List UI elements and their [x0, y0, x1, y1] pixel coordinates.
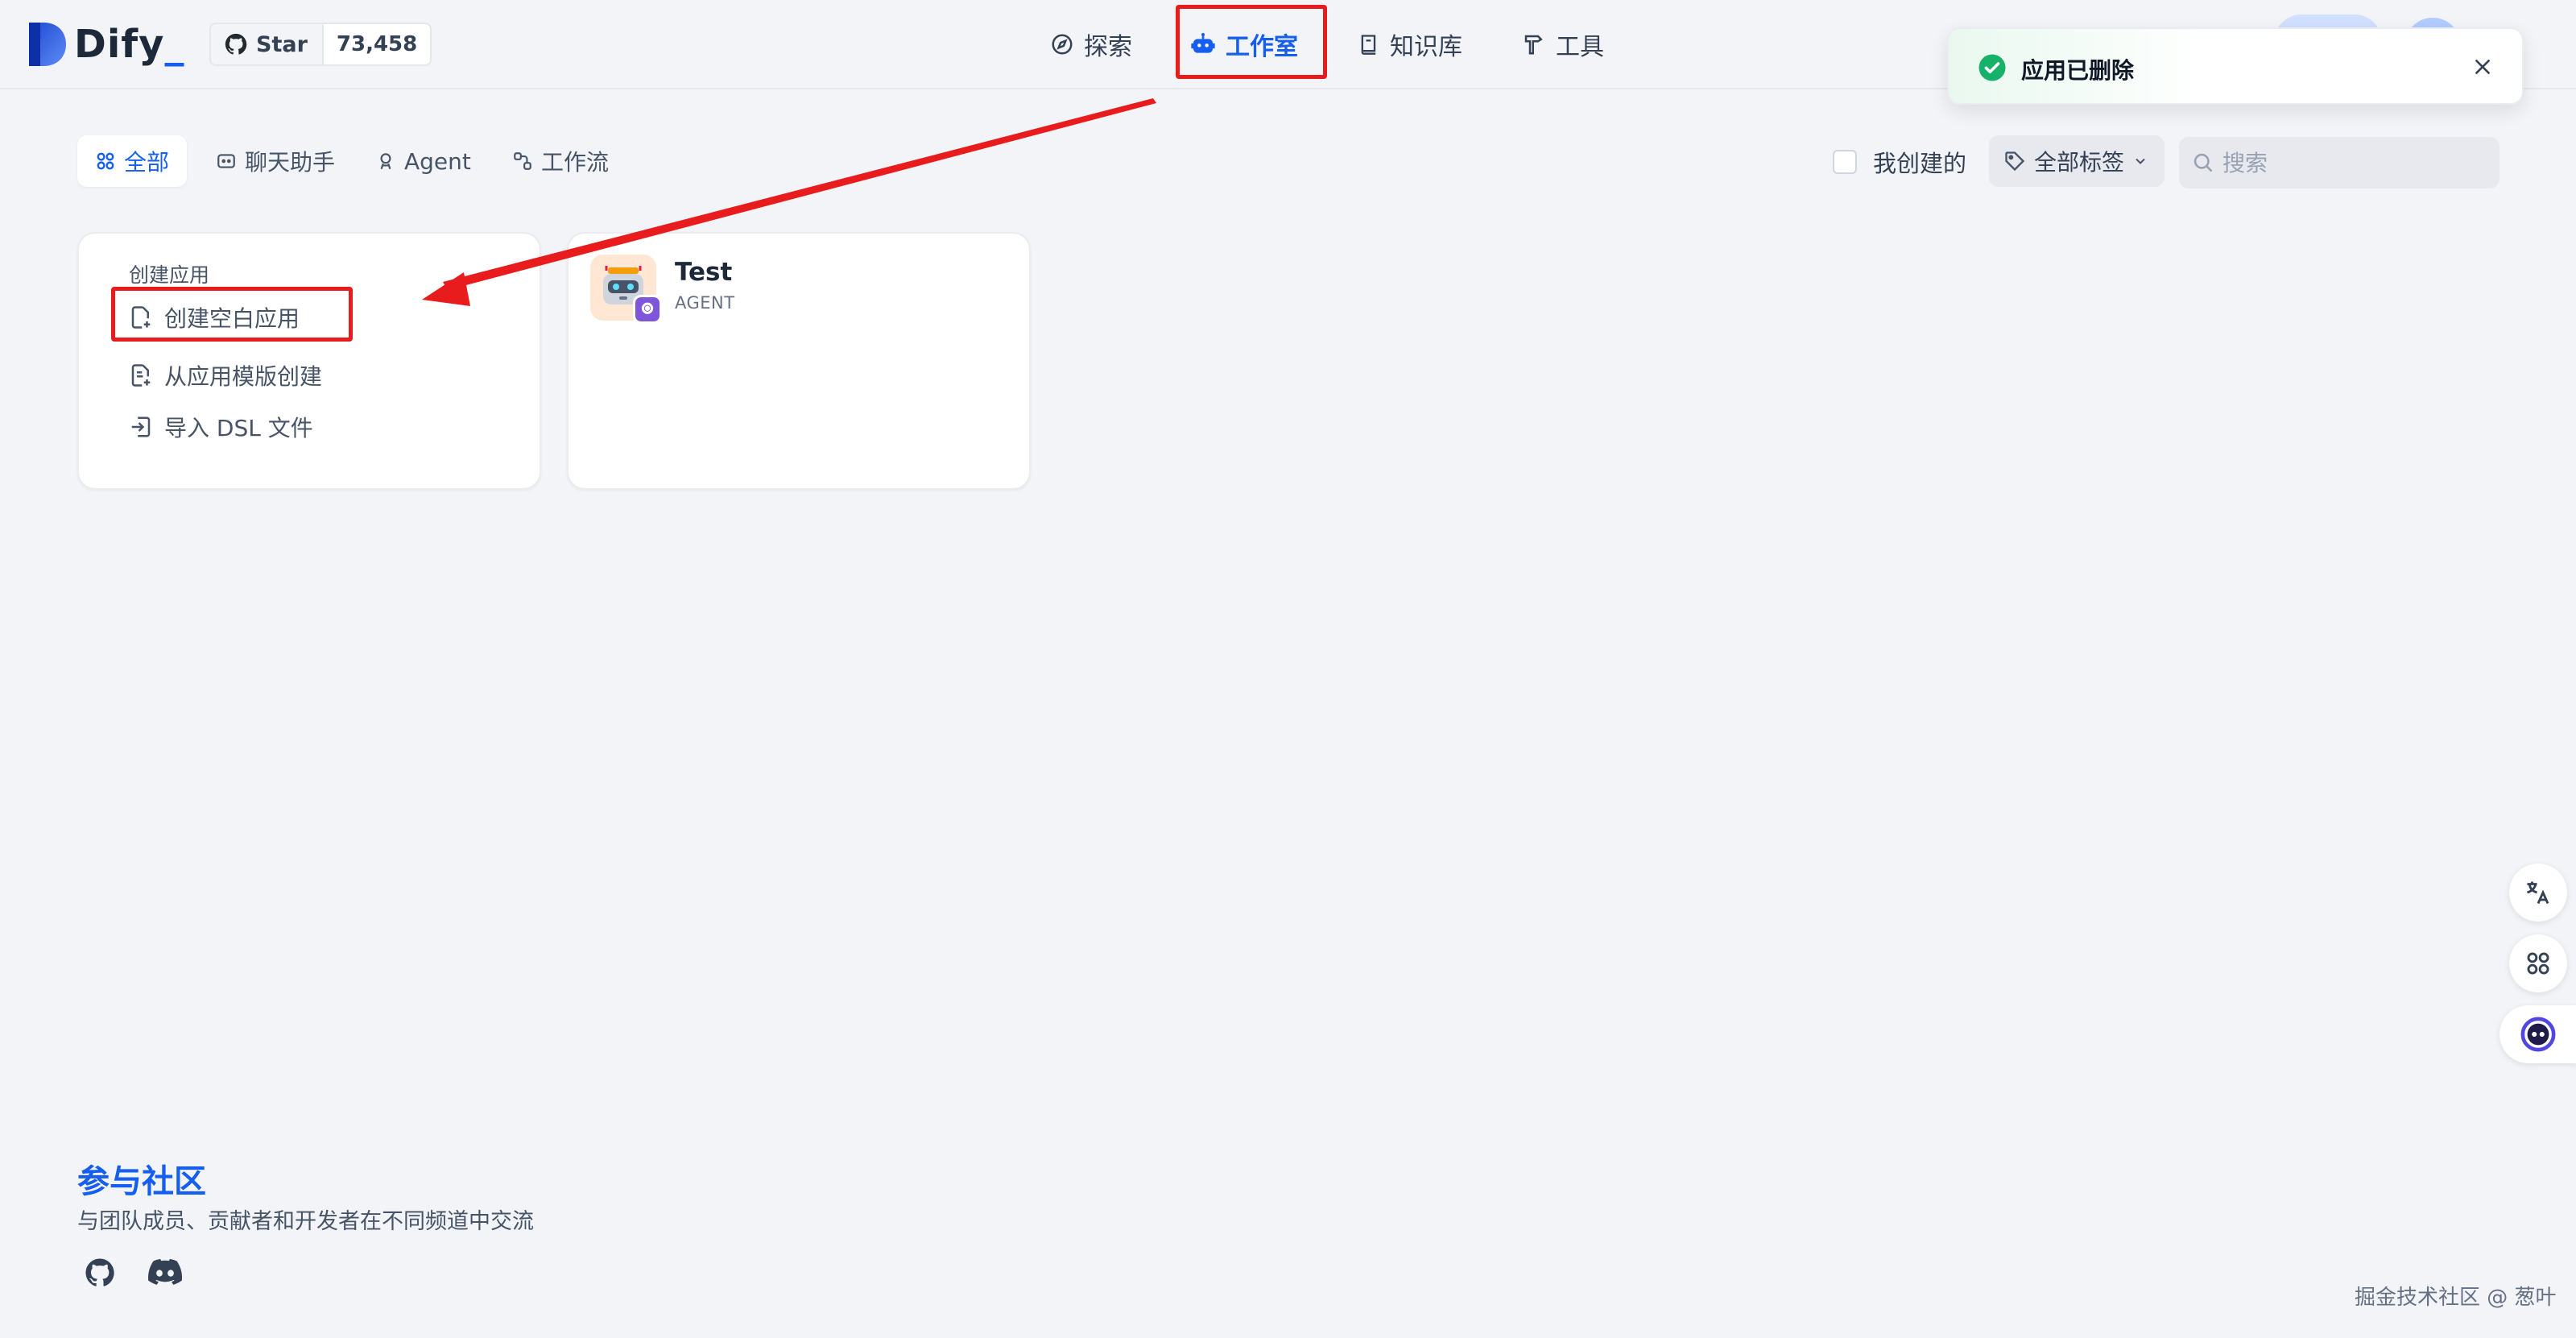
community-subtitle: 与团队成员、贡献者和开发者在不同频道中交流: [77, 1209, 534, 1234]
community-title: 参与社区: [77, 1163, 206, 1200]
assistant-icon: [2520, 1017, 2556, 1052]
grid-icon: [2527, 952, 2549, 975]
watermark: 掘金技术社区 @ 葱叶: [2355, 1286, 2557, 1310]
annotation-arrow: [422, 98, 1156, 306]
assistant-button[interactable]: [2500, 1005, 2576, 1063]
translate-icon: [2527, 881, 2549, 905]
github-community-icon[interactable]: [84, 1257, 116, 1292]
apps-grid-button[interactable]: [2509, 934, 2567, 992]
discord-icon[interactable]: [148, 1258, 183, 1290]
translate-button[interactable]: [2509, 864, 2567, 922]
